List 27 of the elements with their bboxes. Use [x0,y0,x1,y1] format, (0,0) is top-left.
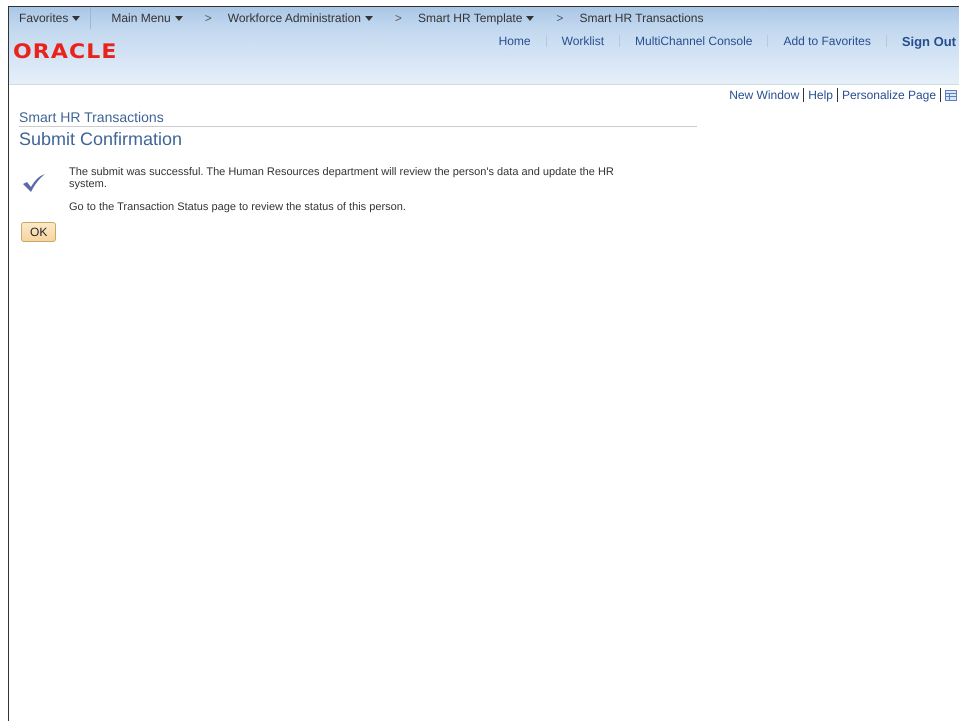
message-text: The submit was successful. The Human Resources department will review the person's data and update the HR system. [69,166,615,190]
header-link[interactable]: Sign Out [886,34,959,48]
checkmark-icon [23,174,45,192]
page-link[interactable]: Personalize Page [838,88,940,102]
ok-button[interactable]: OK [21,222,56,242]
caret-icon [72,16,80,20]
caret-icon [174,16,183,20]
breadcrumb-separator: > [204,11,213,25]
caret-icon [526,16,534,20]
header-link[interactable]: Home [484,34,546,48]
header-link[interactable]: MultiChannel Console [620,34,768,48]
header-link[interactable]: Worklist [546,34,620,48]
breadcrumb-link[interactable]: Workforce Administration [218,11,383,25]
table-icon[interactable] [945,90,957,100]
page-link[interactable]: New Window [725,88,804,102]
message-text: Go to the Transaction Status page to review the status of this person. [69,201,407,213]
breadcrumb-link[interactable]: Smart HR Transactions [569,11,714,25]
breadcrumb-separator: > [394,11,403,25]
page-title: Submit Confirmation [19,129,184,150]
header-link[interactable]: Add to Favorites [768,34,886,48]
oracle-logo: ORACLE [13,39,118,63]
component-title: Smart HR Transactions [19,109,697,127]
breadcrumb-link[interactable]: Main Menu [101,11,193,25]
breadcrumb-link[interactable]: Smart HR Template [408,11,544,25]
caret-icon [364,16,373,20]
page-link[interactable]: Help [804,88,837,102]
breadcrumb-separator: > [555,11,564,25]
